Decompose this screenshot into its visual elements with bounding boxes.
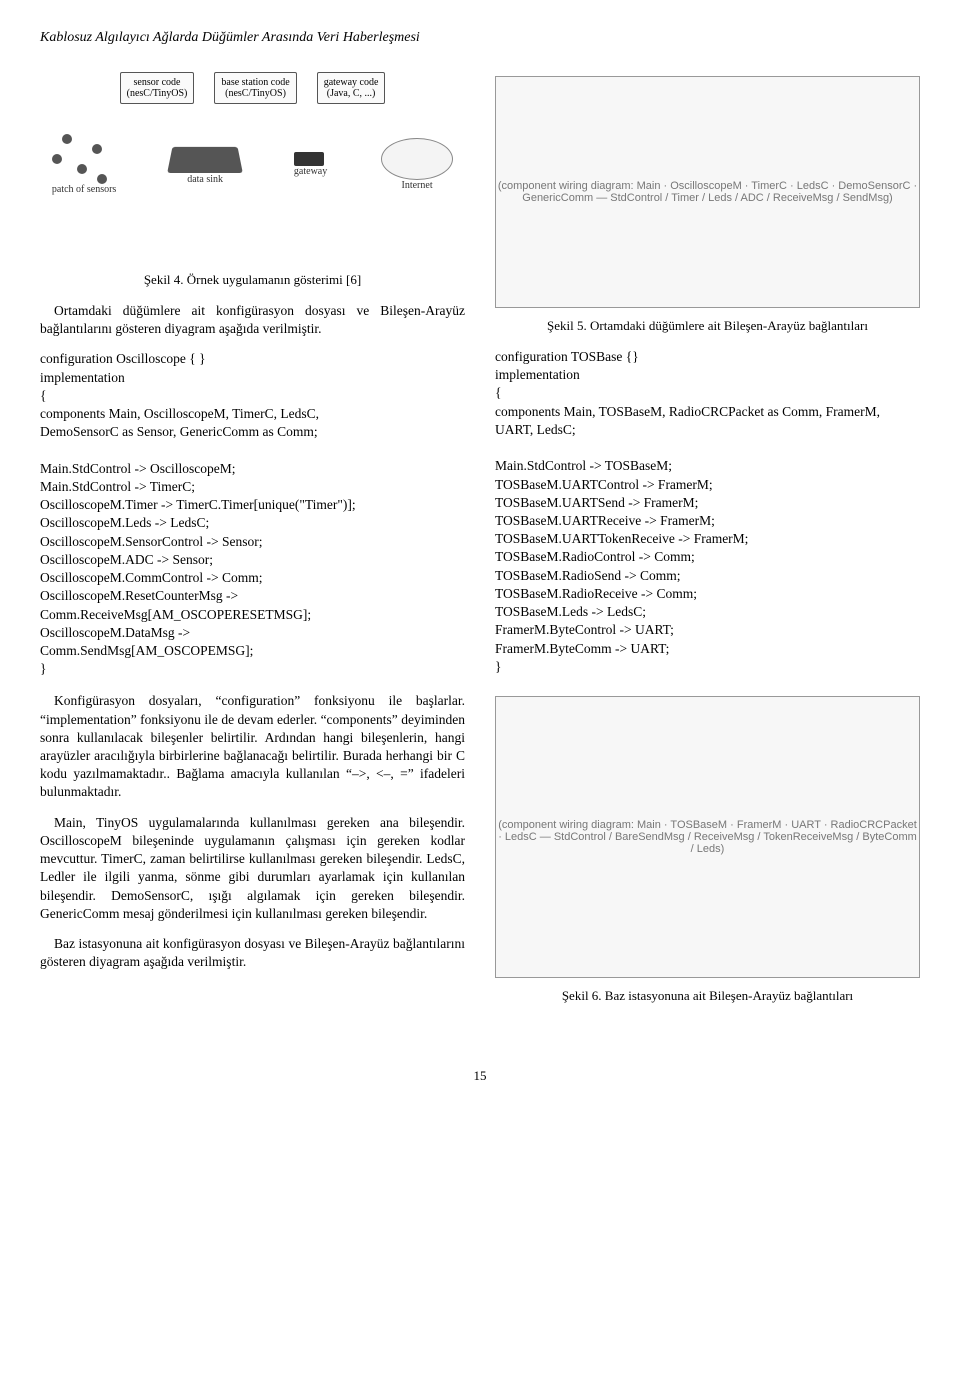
internet-cloud-icon — [381, 138, 453, 180]
data-sink-icon — [167, 147, 243, 173]
left-para-1: Ortamdaki düğümlere ait konfigürasyon do… — [40, 302, 465, 338]
fig4-label-internet: Internet — [381, 180, 453, 191]
page-header: Kablosuz Algılayıcı Ağlarda Düğümler Ara… — [40, 30, 920, 46]
gateway-icon — [294, 152, 324, 166]
figure-4-caption: Şekil 4. Örnek uygulamanın gösterimi [6] — [40, 272, 465, 288]
sensor-patch-icon — [52, 134, 112, 184]
fig4-label-gateway: gateway — [294, 166, 327, 177]
fig4-label-sink: data sink — [170, 174, 240, 185]
left-para-3: Main, TinyOS uygulamalarında kullanılmas… — [40, 814, 465, 923]
left-para-2: Konfigürasyon dosyaları, “configuration”… — [40, 692, 465, 801]
fig4-label-patch: patch of sensors — [52, 184, 116, 195]
fig4-box-sensor-code: sensor code (nesC/TinyOS) — [120, 72, 195, 104]
two-column-layout: sensor code (nesC/TinyOS) base station c… — [40, 66, 920, 1018]
right-column: (component wiring diagram: Main · Oscill… — [495, 66, 920, 1018]
figure-5-caption: Şekil 5. Ortamdaki düğümlere ait Bileşen… — [495, 318, 920, 334]
figure-6-placeholder-text: (component wiring diagram: Main · TOSBas… — [496, 819, 919, 855]
fig4-box-base-station-code: base station code (nesC/TinyOS) — [214, 72, 296, 104]
oscilloscope-config-code: configuration Oscilloscope { } implement… — [40, 350, 465, 678]
figure-5-placeholder-text: (component wiring diagram: Main · Oscill… — [496, 180, 919, 204]
fig4-box-gateway-code: gateway code (Java, C, ...) — [317, 72, 386, 104]
page-number: 15 — [40, 1068, 920, 1084]
figure-6-caption: Şekil 6. Baz istasyonuna ait Bileşen-Ara… — [495, 988, 920, 1004]
left-column: sensor code (nesC/TinyOS) base station c… — [40, 66, 465, 1018]
tosbase-config-code: configuration TOSBase {} implementation … — [495, 348, 920, 676]
figure-6: (component wiring diagram: Main · TOSBas… — [495, 696, 920, 978]
figure-5: (component wiring diagram: Main · Oscill… — [495, 76, 920, 308]
left-para-4: Baz istasyonuna ait konfigürasyon dosyas… — [40, 935, 465, 971]
figure-4: sensor code (nesC/TinyOS) base station c… — [40, 72, 465, 262]
